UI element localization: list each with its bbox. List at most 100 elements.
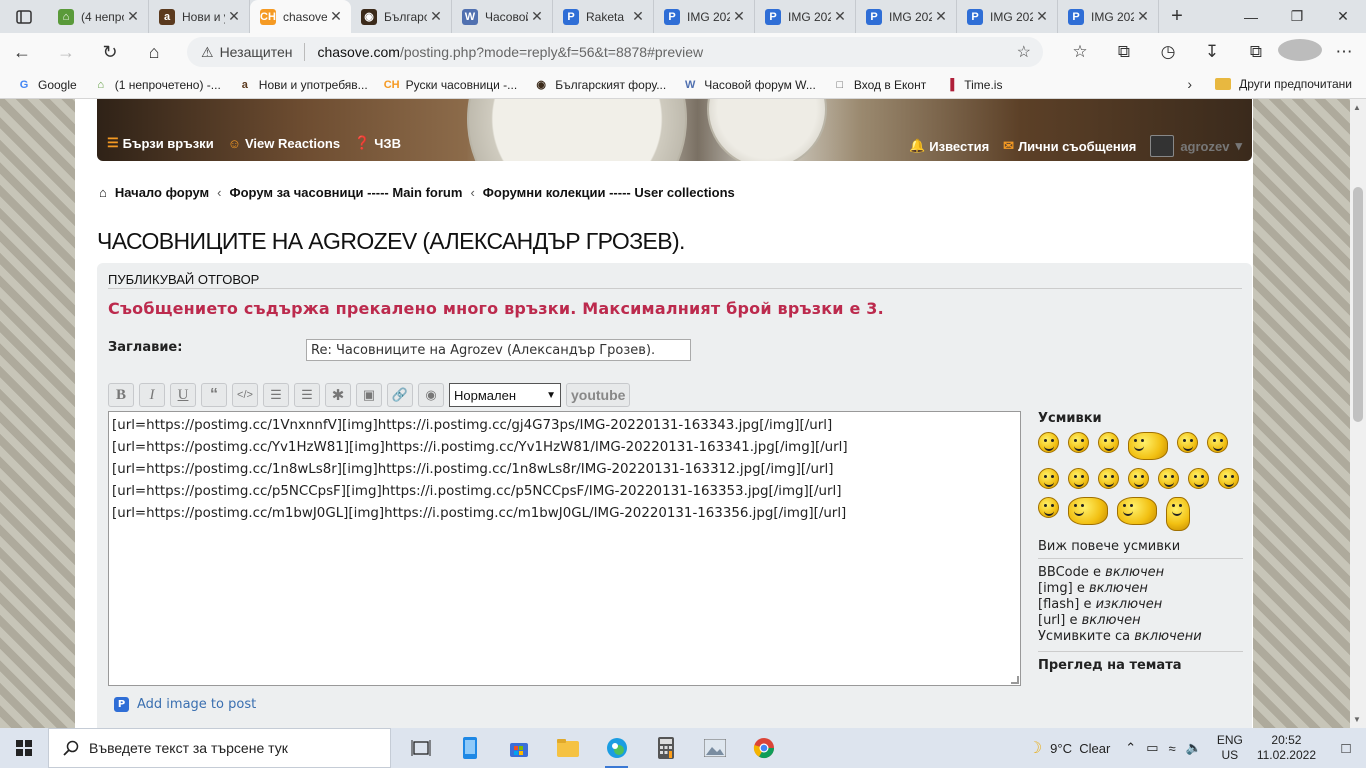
minimize-button[interactable]: — bbox=[1228, 0, 1274, 33]
battery-icon[interactable]: ▭ bbox=[1146, 740, 1158, 756]
download-icon[interactable]: ↧ bbox=[1190, 42, 1234, 62]
app-store[interactable] bbox=[494, 728, 543, 768]
private-messages-link[interactable]: ✉ Лични съобщения bbox=[1003, 138, 1136, 154]
close-window-button[interactable]: ✕ bbox=[1320, 0, 1366, 33]
tab-actions-button[interactable] bbox=[0, 0, 48, 33]
smiley-icon[interactable] bbox=[1117, 497, 1157, 525]
notifications-button[interactable]: □ bbox=[1326, 740, 1366, 757]
message-textarea[interactable]: [url=https://postimg.cc/1VnxnnfV][img]ht… bbox=[108, 411, 1021, 686]
breadcrumb-forum-home[interactable]: Начало форум bbox=[115, 185, 209, 200]
chevron-right-icon[interactable]: › bbox=[1187, 76, 1192, 92]
smiley-icon[interactable] bbox=[1038, 497, 1059, 518]
tab-9[interactable]: P IMG 2022✕ bbox=[957, 0, 1058, 33]
bookmark-1[interactable]: ⌂ (1 непрочетено) -... bbox=[93, 77, 220, 93]
tab-0[interactable]: ⌂ (4 непрочетено)✕ bbox=[48, 0, 149, 33]
app-calculator[interactable] bbox=[641, 728, 690, 768]
app-file-explorer[interactable] bbox=[543, 728, 592, 768]
chevron-up-icon[interactable]: ⌃ bbox=[1125, 740, 1136, 756]
language-indicator[interactable]: ENG US bbox=[1217, 733, 1243, 763]
status-value[interactable]: включен bbox=[1082, 613, 1141, 628]
list-button[interactable]: ☰ bbox=[263, 383, 289, 407]
close-icon[interactable]: ✕ bbox=[528, 8, 546, 25]
close-icon[interactable]: ✕ bbox=[629, 8, 647, 25]
user-menu[interactable]: agrozev ▾ bbox=[1150, 135, 1242, 157]
close-icon[interactable]: ✕ bbox=[932, 8, 950, 25]
scrollbar-thumb[interactable] bbox=[1353, 187, 1363, 422]
back-button[interactable]: ← bbox=[0, 42, 44, 63]
smiley-icon[interactable] bbox=[1207, 432, 1228, 453]
quote-button[interactable]: “ bbox=[201, 383, 227, 407]
app-chrome[interactable] bbox=[739, 728, 788, 768]
notifications-link[interactable]: 🔔 Известия bbox=[909, 138, 989, 154]
smiley-icon[interactable] bbox=[1068, 497, 1108, 525]
extensions-icon[interactable]: ⧉ bbox=[1234, 42, 1278, 62]
status-value[interactable]: включени bbox=[1134, 629, 1201, 644]
close-icon[interactable]: ✕ bbox=[427, 8, 445, 25]
profile-button[interactable] bbox=[1278, 38, 1322, 66]
bookmark-7[interactable]: ▐ Time.is bbox=[942, 77, 1002, 93]
page-scrollbar[interactable]: ▲ ▼ bbox=[1350, 99, 1366, 728]
tab-2[interactable]: CH chasove ✕ bbox=[250, 0, 351, 33]
smiley-icon[interactable] bbox=[1098, 468, 1119, 489]
tab-7[interactable]: P IMG 2022✕ bbox=[755, 0, 856, 33]
smiley-icon[interactable] bbox=[1158, 468, 1179, 489]
app-edge[interactable] bbox=[592, 728, 641, 768]
bookmark-4[interactable]: ◉ Българският фору... bbox=[533, 77, 666, 93]
resize-handle[interactable] bbox=[1011, 676, 1019, 684]
link-button[interactable]: 🔗 bbox=[387, 383, 413, 407]
faq-link[interactable]: ❓ ЧЗВ bbox=[354, 135, 401, 151]
close-icon[interactable]: ✕ bbox=[124, 8, 142, 25]
forward-button[interactable]: → bbox=[44, 42, 88, 63]
taskbar-search[interactable]: Въведете текст за търсене тук bbox=[48, 728, 391, 768]
clock[interactable]: 20:52 11.02.2022 bbox=[1257, 733, 1316, 763]
more-menu-icon[interactable]: ⋯ bbox=[1322, 42, 1366, 62]
close-icon[interactable]: ✕ bbox=[327, 8, 345, 25]
add-favorite-icon[interactable]: ☆ bbox=[1017, 42, 1031, 62]
tab-8[interactable]: P IMG 2022✕ bbox=[856, 0, 957, 33]
page-title[interactable]: ЧАСОВНИЦИТЕ НА AGROZEV (АЛЕКСАНДЪР ГРОЗЕ… bbox=[97, 228, 685, 255]
tab-5[interactable]: P Raketa ✕ bbox=[553, 0, 654, 33]
new-tab-button[interactable]: + bbox=[1159, 5, 1195, 28]
youtube-button[interactable]: youtube bbox=[566, 383, 631, 407]
bookmark-5[interactable]: W Часовой форум W... bbox=[682, 77, 816, 93]
quick-links-link[interactable]: ☰ Бързи връзки bbox=[107, 135, 214, 151]
bookmark-0[interactable]: G Google bbox=[16, 77, 77, 93]
app-phone-link[interactable] bbox=[445, 728, 494, 768]
bookmark-3[interactable]: CH Руски часовници -... bbox=[384, 77, 517, 93]
close-icon[interactable]: ✕ bbox=[831, 8, 849, 25]
smiley-icon[interactable] bbox=[1038, 468, 1059, 489]
weather-widget[interactable]: ☽ 9°C Clear bbox=[1028, 738, 1110, 758]
smiley-icon[interactable] bbox=[1068, 432, 1089, 453]
list-item-button[interactable]: ✱ bbox=[325, 383, 351, 407]
bookmark-2[interactable]: a Нови и употребяв... bbox=[237, 77, 368, 93]
favorites-icon[interactable]: ☆ bbox=[1058, 42, 1102, 62]
image-button[interactable]: ▣ bbox=[356, 383, 382, 407]
address-bar[interactable]: ⚠ Незащитен chasove.com /posting.php?mod… bbox=[187, 37, 1043, 67]
bookmark-6[interactable]: □ Вход в Еконт bbox=[832, 77, 927, 93]
view-reactions-link[interactable]: ☺ View Reactions bbox=[228, 135, 340, 151]
tab-3[interactable]: ◉ Българският форум✕ bbox=[351, 0, 452, 33]
italic-button[interactable]: I bbox=[139, 383, 165, 407]
close-icon[interactable]: ✕ bbox=[730, 8, 748, 25]
close-icon[interactable]: ✕ bbox=[225, 8, 243, 25]
add-image-link[interactable]: P Add image to post bbox=[114, 697, 256, 712]
smiley-icon[interactable] bbox=[1098, 432, 1119, 453]
more-smilies-link[interactable]: Виж повече усмивки bbox=[1038, 539, 1243, 554]
breadcrumb-main-forum[interactable]: Форум за часовници ----- Main forum bbox=[230, 185, 463, 200]
scroll-up-icon[interactable]: ▲ bbox=[1353, 103, 1361, 112]
tab-10[interactable]: P IMG 2022✕ bbox=[1058, 0, 1159, 33]
tab-1[interactable]: a Нови и употребявани✕ bbox=[149, 0, 250, 33]
close-icon[interactable]: ✕ bbox=[1134, 8, 1152, 25]
restore-button[interactable]: ❐ bbox=[1274, 0, 1320, 33]
smiley-icon[interactable] bbox=[1166, 497, 1190, 531]
smiley-icon[interactable] bbox=[1218, 468, 1239, 489]
tab-6[interactable]: P IMG 2022✕ bbox=[654, 0, 755, 33]
font-size-select[interactable]: Нормален ▼ bbox=[449, 383, 561, 407]
smiley-icon[interactable] bbox=[1068, 468, 1089, 489]
code-button[interactable]: </> bbox=[232, 383, 258, 407]
status-value[interactable]: включен bbox=[1105, 565, 1164, 580]
underline-button[interactable]: U bbox=[170, 383, 196, 407]
start-button[interactable] bbox=[0, 728, 48, 768]
other-favorites[interactable]: Други предпочитани bbox=[1215, 77, 1352, 91]
status-value[interactable]: включен bbox=[1089, 581, 1148, 596]
